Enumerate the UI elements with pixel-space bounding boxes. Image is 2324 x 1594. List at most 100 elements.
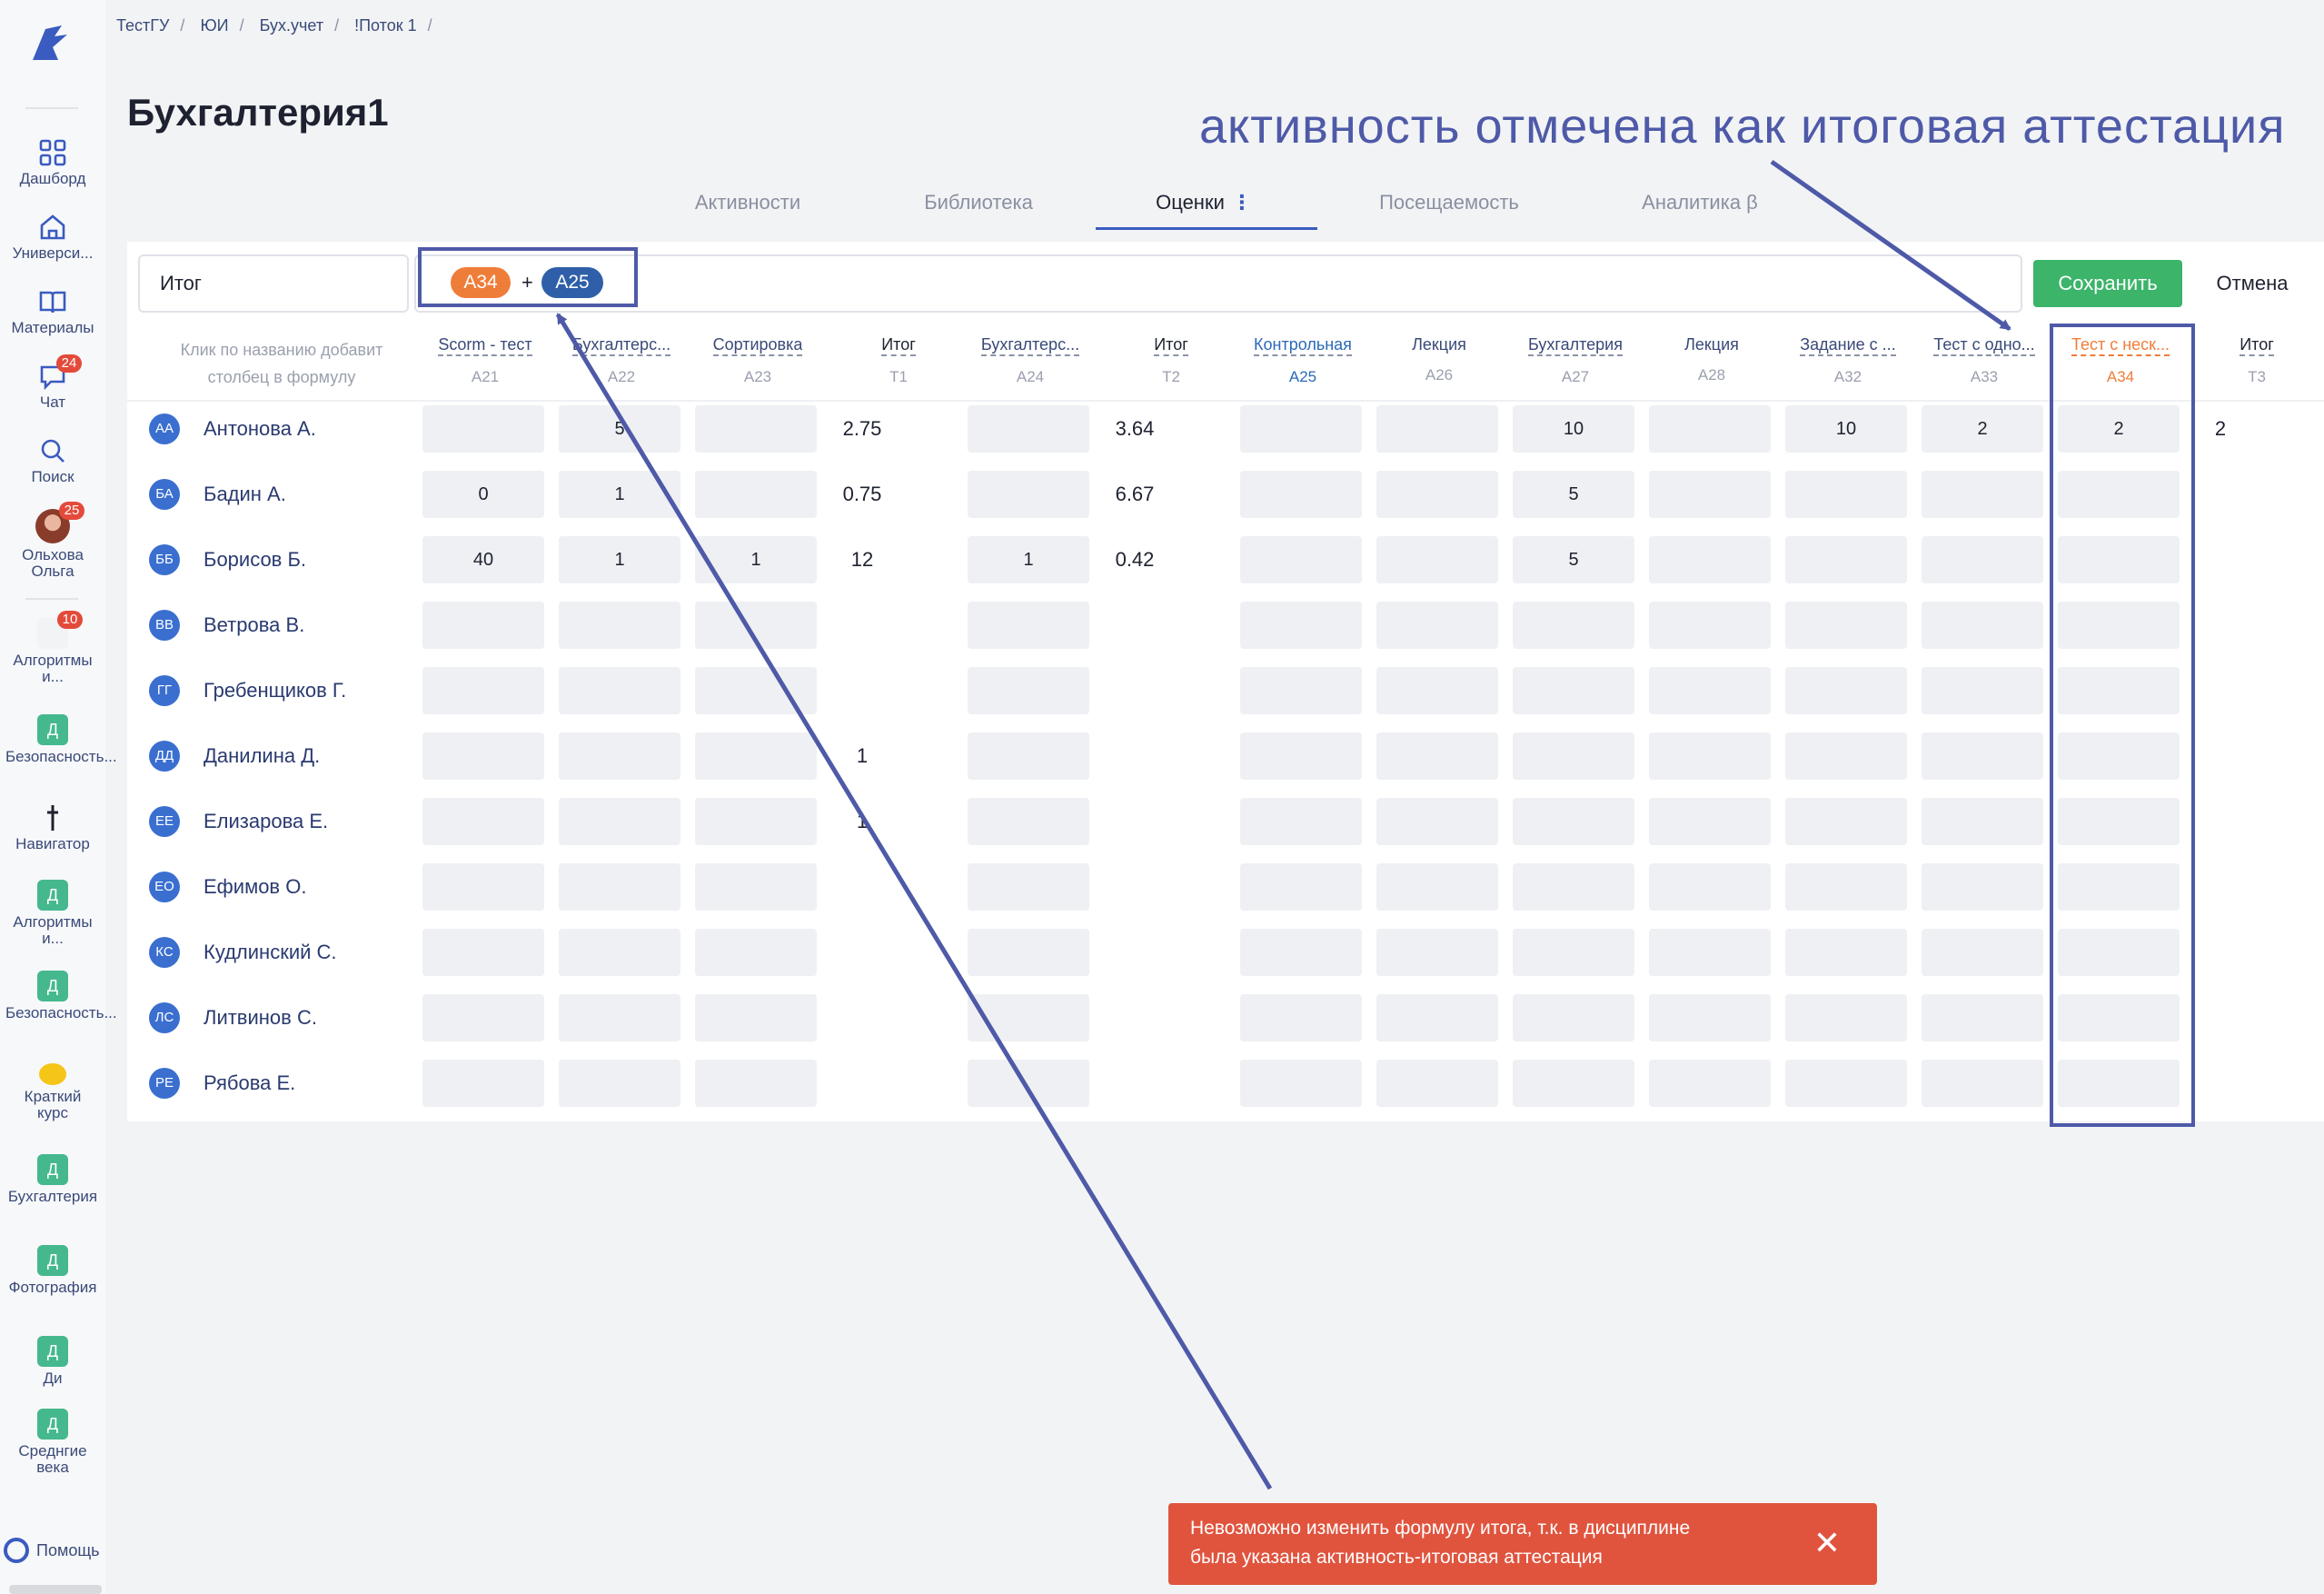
column-header[interactable]: Бухгалтерс... A24 bbox=[967, 334, 1094, 386]
column-header[interactable]: Контрольная A25 bbox=[1239, 334, 1366, 386]
grade-cell[interactable] bbox=[1649, 536, 1771, 583]
grade-cell[interactable] bbox=[1513, 929, 1634, 976]
grade-cell[interactable] bbox=[1785, 602, 1907, 649]
grade-cell[interactable] bbox=[968, 602, 1089, 649]
grade-cell[interactable]: 1 bbox=[559, 471, 680, 518]
grade-cell[interactable]: 5 bbox=[1513, 471, 1634, 518]
cancel-button[interactable]: Отмена bbox=[2193, 260, 2311, 307]
grade-cell[interactable] bbox=[695, 667, 817, 714]
grade-cell[interactable] bbox=[1649, 994, 1771, 1041]
tab-activities[interactable]: Активности bbox=[634, 191, 861, 214]
grade-cell[interactable] bbox=[559, 732, 680, 780]
grade-cell[interactable] bbox=[695, 405, 817, 453]
grade-cell[interactable]: 0 bbox=[422, 471, 544, 518]
grade-cell[interactable] bbox=[1785, 1060, 1907, 1107]
grade-cell[interactable] bbox=[1240, 994, 1362, 1041]
grade-cell[interactable] bbox=[1513, 602, 1634, 649]
column-name[interactable]: Итог bbox=[2240, 334, 2274, 356]
student-name[interactable]: Елизарова Е. bbox=[204, 806, 328, 837]
grade-cell[interactable] bbox=[422, 1060, 544, 1107]
grade-cell[interactable] bbox=[559, 863, 680, 911]
grade-cell[interactable] bbox=[1376, 863, 1498, 911]
grade-cell[interactable] bbox=[968, 1060, 1089, 1107]
close-icon[interactable]: ✕ bbox=[1813, 1527, 1841, 1559]
column-name[interactable]: Тест с одно... bbox=[1933, 334, 2035, 356]
grade-cell[interactable]: 5 bbox=[1513, 536, 1634, 583]
sidebar-course[interactable]: Краткий курс bbox=[0, 1063, 105, 1121]
column-name[interactable]: Контрольная bbox=[1254, 334, 1352, 356]
grade-cell[interactable] bbox=[1649, 798, 1771, 845]
grade-cell[interactable] bbox=[559, 667, 680, 714]
grade-cell[interactable] bbox=[1376, 732, 1498, 780]
grade-cell[interactable] bbox=[1513, 732, 1634, 780]
logo-icon[interactable] bbox=[27, 20, 74, 67]
grade-cell[interactable] bbox=[1649, 929, 1771, 976]
column-name[interactable]: Сортировка bbox=[712, 334, 803, 356]
grade-cell[interactable] bbox=[422, 602, 544, 649]
grade-cell[interactable] bbox=[968, 994, 1089, 1041]
column-name[interactable]: Бухгалтерс... bbox=[980, 334, 1080, 356]
tab-library[interactable]: Библиотека bbox=[865, 191, 1092, 214]
grade-cell[interactable]: 10 bbox=[1785, 405, 1907, 453]
column-header[interactable]: Итог T2 bbox=[1107, 334, 1235, 386]
grade-cell[interactable] bbox=[559, 798, 680, 845]
column-header[interactable]: Итог T3 bbox=[2193, 334, 2320, 386]
grade-cell[interactable] bbox=[1785, 732, 1907, 780]
grade-cell[interactable] bbox=[1240, 863, 1362, 911]
column-header[interactable]: Итог T1 bbox=[835, 334, 962, 386]
grade-cell[interactable] bbox=[1649, 602, 1771, 649]
grade-cell[interactable] bbox=[1649, 667, 1771, 714]
grade-cell[interactable] bbox=[1649, 1060, 1771, 1107]
grade-cell[interactable] bbox=[1240, 536, 1362, 583]
student-name[interactable]: Рябова Е. bbox=[204, 1068, 295, 1099]
grade-cell[interactable] bbox=[1649, 405, 1771, 453]
column-name[interactable]: Итог bbox=[1154, 334, 1188, 356]
grade-cell[interactable] bbox=[559, 994, 680, 1041]
grade-cell[interactable] bbox=[1240, 1060, 1362, 1107]
sidebar-course[interactable]: Д Ди bbox=[0, 1336, 105, 1387]
column-name[interactable]: Лекция bbox=[1684, 334, 1739, 354]
sidebar-item-materials[interactable]: Материалы bbox=[0, 287, 105, 336]
grade-cell[interactable] bbox=[968, 929, 1089, 976]
grade-cell[interactable] bbox=[1376, 929, 1498, 976]
sidebar-course[interactable]: Д Фотография bbox=[0, 1245, 105, 1296]
grade-cell[interactable] bbox=[968, 471, 1089, 518]
grade-cell[interactable] bbox=[1376, 667, 1498, 714]
grade-cell[interactable] bbox=[695, 994, 817, 1041]
sidebar-course[interactable]: 10 Алгоритмы и... bbox=[0, 611, 105, 685]
grade-cell[interactable] bbox=[422, 994, 544, 1041]
breadcrumb-item[interactable]: ТестГУ bbox=[116, 16, 169, 35]
tab-analytics[interactable]: Аналитика β bbox=[1586, 191, 1813, 214]
column-header[interactable]: Лекция A26 bbox=[1376, 334, 1503, 384]
column-header[interactable]: Сортировка A23 bbox=[694, 334, 821, 386]
grade-cell[interactable] bbox=[422, 732, 544, 780]
grade-cell[interactable] bbox=[695, 929, 817, 976]
grade-cell[interactable] bbox=[559, 602, 680, 649]
grade-cell[interactable] bbox=[1513, 994, 1634, 1041]
column-header[interactable]: Лекция A28 bbox=[1648, 334, 1775, 384]
column-header[interactable]: Бухгалтерия A27 bbox=[1512, 334, 1639, 386]
student-name[interactable]: Ветрова В. bbox=[204, 610, 304, 641]
tab-attendance[interactable]: Посещаемость bbox=[1336, 191, 1563, 214]
sidebar-course[interactable]: Д Безопасность... bbox=[0, 714, 117, 765]
sidebar-course[interactable]: Д Безопасность... bbox=[0, 971, 117, 1021]
grade-cell[interactable] bbox=[695, 863, 817, 911]
grade-cell[interactable] bbox=[1922, 1060, 2043, 1107]
grade-cell[interactable] bbox=[1376, 471, 1498, 518]
column-name[interactable]: Бухгалтерия bbox=[1528, 334, 1623, 356]
grade-cell[interactable] bbox=[1240, 667, 1362, 714]
grade-cell[interactable] bbox=[1922, 798, 2043, 845]
student-name[interactable]: Бадин А. bbox=[204, 479, 286, 510]
grade-cell[interactable]: 2 bbox=[1922, 405, 2043, 453]
column-name[interactable]: Лекция bbox=[1412, 334, 1466, 354]
student-name[interactable]: Гребенщиков Г. bbox=[204, 675, 346, 706]
grade-cell[interactable] bbox=[695, 732, 817, 780]
sidebar-course[interactable]: Д Алгоритмы и... bbox=[0, 880, 105, 947]
grade-cell[interactable] bbox=[1922, 994, 2043, 1041]
tab-grades[interactable]: Оценки ⋮ bbox=[1090, 191, 1317, 214]
sidebar-course[interactable]: Д Среднгие века bbox=[0, 1409, 105, 1476]
grade-cell[interactable] bbox=[1240, 929, 1362, 976]
grade-cell[interactable] bbox=[1376, 405, 1498, 453]
grade-cell[interactable]: 10 bbox=[1513, 405, 1634, 453]
sidebar-course[interactable]: Навигатор bbox=[0, 803, 105, 852]
